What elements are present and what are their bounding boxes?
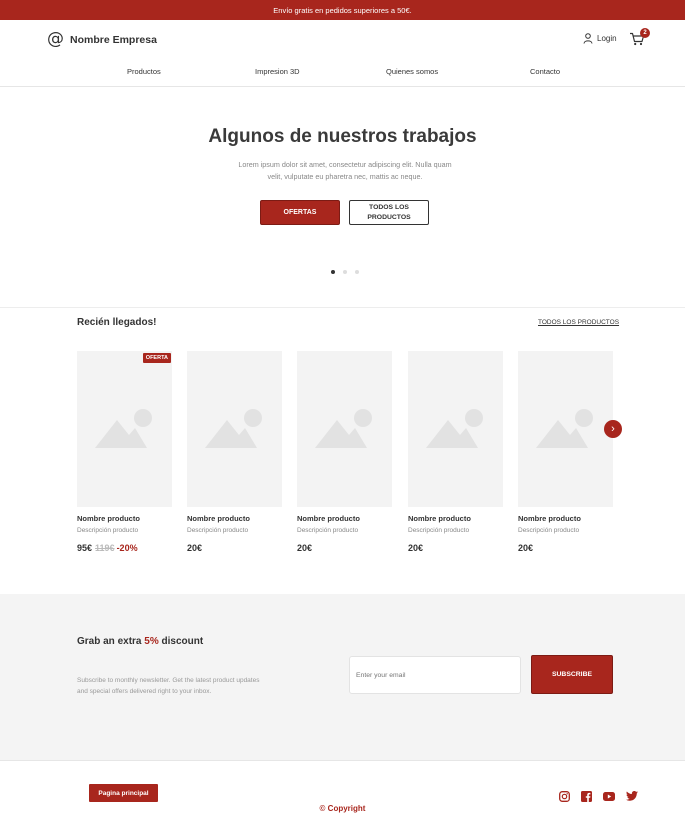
product-price: 20€: [297, 543, 313, 553]
home-page-button[interactable]: Pagina principal: [89, 784, 158, 802]
newsletter-title-suffix: discount: [161, 636, 204, 647]
image-placeholder-icon: [536, 409, 593, 448]
user-icon: [583, 33, 593, 44]
product-description: Descripción producto: [408, 527, 470, 534]
image-placeholder-icon: [315, 409, 372, 448]
carousel-dots: [331, 270, 359, 274]
twitter-icon[interactable]: [626, 790, 638, 802]
product-name[interactable]: Nombre producto: [408, 514, 471, 523]
product-discount: -20%: [116, 543, 138, 553]
carousel-next-button[interactable]: ›: [604, 420, 622, 438]
product-image[interactable]: [518, 351, 613, 507]
cart-count-badge: 2: [640, 28, 650, 38]
product-price: 95€: [77, 543, 93, 553]
product-image[interactable]: [408, 351, 503, 507]
all-products-link[interactable]: TODOS LOS PRODUCTOS: [538, 319, 619, 326]
image-placeholder-icon: [95, 409, 152, 448]
at-sign-icon: @: [47, 29, 64, 49]
image-placeholder-icon: [426, 409, 483, 448]
product-image[interactable]: [187, 351, 282, 507]
ofertas-button[interactable]: OFERTAS: [260, 200, 340, 225]
login-link[interactable]: Login: [583, 33, 617, 44]
product-description: Descripción producto: [297, 527, 359, 534]
product-image[interactable]: OFERTA: [77, 351, 172, 507]
product-price: 20€: [187, 543, 203, 553]
hero-description: Lorem ipsum dolor sit amet, consectetur …: [238, 160, 452, 181]
hero-section: Algunos de nuestros trabajos Lorem ipsum…: [0, 88, 685, 308]
newsletter-description: Subscribe to monthly newsletter. Get the…: [77, 677, 260, 695]
email-input[interactable]: [349, 656, 521, 694]
product-description: Descripción producto: [187, 527, 249, 534]
newsletter-title-accent: 5%: [144, 636, 159, 647]
arrivals-title: Recién llegados!: [77, 317, 157, 328]
product-image[interactable]: [297, 351, 392, 507]
youtube-icon[interactable]: [603, 790, 615, 802]
product-description: Descripción producto: [77, 527, 139, 534]
site-header: @ Nombre Empresa Login 2 Productos Impre…: [0, 20, 685, 87]
chevron-right-icon: ›: [611, 423, 615, 435]
nav-item-impresion-3d[interactable]: Impresion 3D: [255, 67, 300, 76]
copyright-text: © Copyright: [319, 804, 366, 813]
all-products-button-label: TODOS LOS PRODUCTOS: [367, 203, 411, 221]
product-name[interactable]: Nombre producto: [187, 514, 250, 523]
nav-item-quienes-somos[interactable]: Quienes somos: [386, 67, 438, 76]
newsletter-section: Grab an extra 5% discount Subscribe to m…: [0, 594, 685, 760]
login-label: Login: [597, 34, 617, 43]
product-name[interactable]: Nombre producto: [77, 514, 140, 523]
product-name[interactable]: Nombre producto: [297, 514, 360, 523]
nav-item-contacto[interactable]: Contacto: [530, 67, 560, 76]
nav-item-productos[interactable]: Productos: [127, 67, 161, 76]
instagram-icon[interactable]: [558, 790, 570, 802]
product-old-price: 119€: [95, 543, 115, 553]
product-price: 20€: [518, 543, 534, 553]
carousel-dot-1[interactable]: [331, 270, 335, 274]
newsletter-title-prefix: Grab an extra: [77, 636, 142, 647]
product-price-row: 95€ 119€ -20%: [77, 543, 138, 553]
promo-bar: Envío gratis en pedidos superiores a 50€…: [0, 0, 685, 20]
hero-title: Algunos de nuestros trabajos: [208, 126, 477, 147]
site-footer: Pagina principal © Copyright: [0, 760, 685, 826]
brand-logo-link[interactable]: @ Nombre Empresa: [47, 31, 157, 48]
product-name[interactable]: Nombre producto: [518, 514, 581, 523]
image-placeholder-icon: [205, 409, 262, 448]
product-price: 20€: [408, 543, 424, 553]
all-products-button[interactable]: TODOS LOS PRODUCTOS: [349, 200, 429, 225]
product-description: Descripción producto: [518, 527, 580, 534]
subscribe-button[interactable]: SUBSCRIBE: [531, 655, 613, 694]
offer-badge: OFERTA: [142, 353, 171, 363]
promo-text: Envío gratis en pedidos superiores a 50€…: [273, 5, 412, 15]
facebook-icon[interactable]: [580, 790, 592, 802]
brand-name: Nombre Empresa: [70, 33, 157, 46]
carousel-dot-2[interactable]: [343, 270, 347, 274]
newsletter-title: Grab an extra 5% discount: [77, 636, 203, 647]
carousel-dot-3[interactable]: [355, 270, 359, 274]
